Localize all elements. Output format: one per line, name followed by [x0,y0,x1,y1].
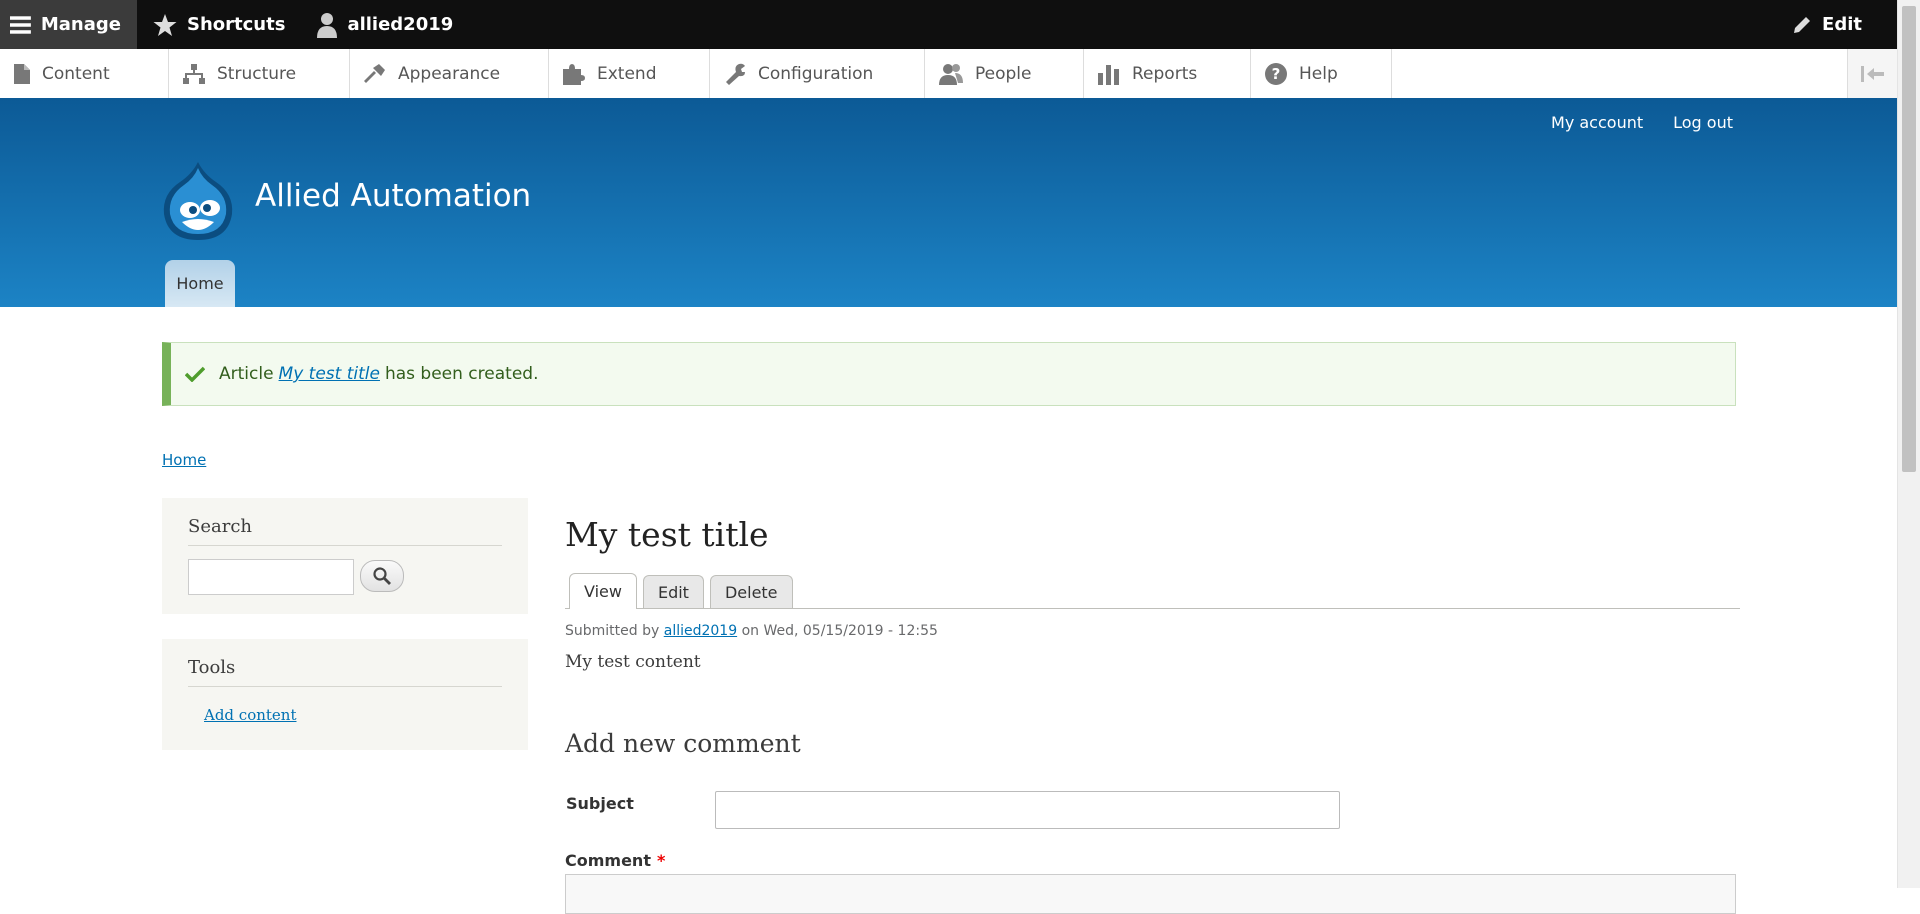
submitted-by-label: Submitted by [565,623,660,639]
subject-label: Subject [566,794,634,813]
subject-input[interactable] [715,791,1340,829]
hamburger-icon [10,15,31,34]
log-out-link[interactable]: Log out [1673,113,1733,132]
message-article-link[interactable]: My test title [279,364,380,384]
tray-item-reports[interactable]: Reports [1084,49,1251,98]
submitted-date: on Wed, 05/15/2019 - 12:55 [741,623,938,639]
tray-label: Appearance [398,63,501,84]
submitted-info: Submitted by allied2019 on Wed, 05/15/20… [565,623,938,639]
search-button[interactable] [360,560,404,592]
manage-label: Manage [40,14,121,35]
tray-label: Content [42,63,110,84]
search-input[interactable] [188,559,354,595]
document-icon [14,63,30,84]
tab-delete[interactable]: Delete [709,575,793,608]
search-block-title: Search [188,498,502,546]
search-block: Search [162,498,528,614]
help-icon: ? [1265,62,1287,85]
search-icon [373,567,391,585]
site-name[interactable]: Allied Automation [255,178,531,214]
my-account-link[interactable]: My account [1551,113,1643,132]
site-header: My account Log out Allied Automation Hom… [0,98,1898,307]
add-content-link[interactable]: Add content [204,706,297,724]
svg-text:?: ? [1272,65,1281,83]
tray-item-content[interactable]: Content [0,49,169,98]
puzzle-icon [563,63,585,85]
author-link[interactable]: allied2019 [664,623,737,639]
main-menu-home[interactable]: Home [165,260,235,307]
manage-button[interactable]: Manage [0,0,137,49]
toolbar-tray: Content Structure Appearance Extend Conf… [0,49,1898,99]
tray-orientation-toggle[interactable] [1847,49,1898,98]
shortcuts-label: Shortcuts [187,14,286,35]
tray-label: Reports [1132,63,1198,84]
node-tabs: View Edit Delete [565,572,1740,609]
star-icon [153,13,177,36]
page-title: My test title [565,515,769,554]
tray-item-extend[interactable]: Extend [549,49,710,98]
tools-block: Tools Add content [162,639,528,750]
comment-textarea[interactable] [565,874,1736,914]
tab-edit[interactable]: Edit [642,575,704,608]
user-button[interactable]: allied2019 [301,0,469,49]
tray-label: People [975,63,1032,84]
tab-view[interactable]: View [569,573,637,609]
bar-chart-icon [1098,64,1119,85]
edit-toolbar-button[interactable]: Edit [1776,0,1878,49]
paintbrush-icon [364,63,385,83]
edit-label: Edit [1822,14,1862,35]
drupal-logo-icon[interactable] [160,160,236,242]
node-body: My test content [565,652,701,672]
scrollbar-thumb[interactable] [1902,6,1916,472]
tray-label: Configuration [758,63,874,84]
secondary-menu: My account Log out [1551,113,1733,132]
breadcrumb-home[interactable]: Home [162,451,206,469]
tray-label: Structure [217,63,297,84]
page-scrollbar[interactable] [1897,0,1920,888]
people-icon [939,63,963,85]
user-icon [317,12,338,38]
tray-label: Help [1299,63,1338,84]
shortcuts-button[interactable]: Shortcuts [137,0,301,49]
status-message: Article My test title has been created. [162,342,1736,406]
message-suffix: has been created. [384,364,539,384]
admin-toolbar: Manage Shortcuts allied2019 Edit [0,0,1898,49]
collapse-left-icon [1861,65,1884,82]
tray-item-structure[interactable]: Structure [169,49,350,98]
tray-item-help[interactable]: ? Help [1251,49,1392,98]
message-prefix: Article [219,364,274,384]
comment-label: Comment [565,851,651,870]
wrench-icon [726,63,745,85]
checkmark-icon [185,366,205,382]
tray-item-people[interactable]: People [925,49,1084,98]
user-label: allied2019 [347,14,454,35]
sitemap-icon [183,63,205,84]
tray-label: Extend [597,63,657,84]
required-marker: * [656,851,666,870]
tray-item-configuration[interactable]: Configuration [710,49,925,98]
tray-item-appearance[interactable]: Appearance [350,49,549,98]
comment-form-title: Add new comment [565,729,801,758]
pencil-icon [1794,16,1811,33]
tools-block-title: Tools [188,639,502,687]
comment-label-row: Comment * [565,851,665,870]
